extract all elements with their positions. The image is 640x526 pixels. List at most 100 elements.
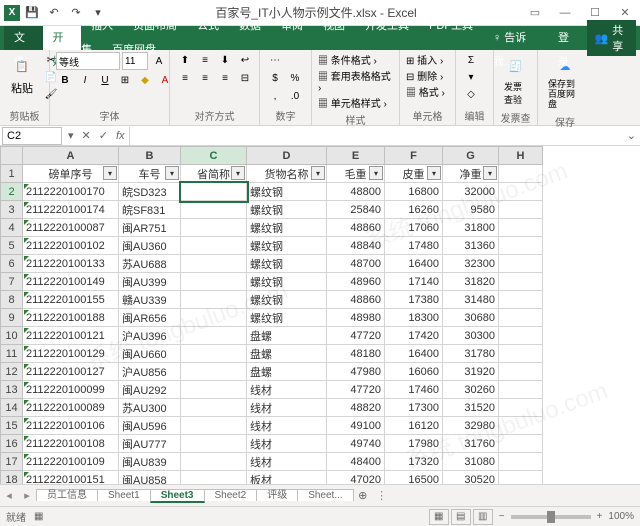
cell[interactable]: 48980 [327,309,385,327]
row-head[interactable]: 18 [1,471,23,485]
header-cell[interactable]: 毛重▾ [327,165,385,183]
zoom-percent[interactable]: 100% [608,511,634,522]
cell[interactable] [181,345,247,363]
col-head-B[interactable]: B [119,147,181,165]
cell[interactable] [499,435,543,453]
cell[interactable]: 苏AU688 [119,255,181,273]
cell[interactable] [181,309,247,327]
zoom-out-button[interactable]: − [499,511,505,522]
cell[interactable]: 闽AU360 [119,237,181,255]
row-head[interactable]: 6 [1,255,23,273]
add-sheet-button[interactable]: ⊕ [353,489,373,502]
row-head[interactable]: 16 [1,435,23,453]
cell[interactable]: 螺纹钢 [247,309,327,327]
cell[interactable]: 皖SD323 [119,183,181,201]
cell[interactable]: 16060 [385,363,443,381]
sheet-tab[interactable]: 评级 [256,489,298,501]
tab-视图[interactable]: 视图 [313,20,355,32]
cell[interactable] [499,309,543,327]
merge-icon[interactable]: ⊟ [236,70,254,86]
tab-开发工具[interactable]: 开发工具 [355,20,419,32]
grow-font-icon[interactable]: A [150,53,168,69]
cell[interactable] [499,327,543,345]
qat-save-icon[interactable]: 💾 [22,3,42,23]
cell[interactable]: 49740 [327,435,385,453]
tab-公式[interactable]: 公式 [187,20,229,32]
cell[interactable] [499,381,543,399]
tab-tell-me[interactable]: ♀ 告诉我... [483,26,548,50]
cell[interactable] [499,255,543,273]
cell[interactable]: 2112220100108 [23,435,119,453]
cell[interactable]: 31820 [443,273,499,291]
cell[interactable]: 16500 [385,471,443,485]
cell[interactable]: 48840 [327,237,385,255]
cell[interactable]: 螺纹钢 [247,273,327,291]
cell[interactable]: 48960 [327,273,385,291]
cell[interactable]: 32980 [443,417,499,435]
sheet-nav-first-icon[interactable]: ◂ [0,489,18,502]
cell[interactable] [499,417,543,435]
cell[interactable]: 2112220100121 [23,327,119,345]
cell[interactable]: 盘螺 [247,363,327,381]
row-head[interactable]: 2 [1,183,23,201]
cell[interactable]: 17060 [385,219,443,237]
cell[interactable]: 47980 [327,363,385,381]
filter-icon[interactable]: ▾ [483,166,497,180]
cell[interactable]: 螺纹钢 [247,219,327,237]
cell[interactable]: 螺纹钢 [247,183,327,201]
cell[interactable]: 2112220100188 [23,309,119,327]
save-baidu-button[interactable]: ☁ 保存到百度网盘 [544,52,586,112]
cell[interactable]: 线材 [247,453,327,471]
header-cell[interactable]: 货物名称▾ [247,165,327,183]
cell[interactable]: 2112220100089 [23,399,119,417]
cell[interactable]: 49100 [327,417,385,435]
cell[interactable]: 苏AU300 [119,399,181,417]
cell[interactable]: 线材 [247,435,327,453]
expand-formula-icon[interactable]: ⌄ [623,129,640,142]
cell[interactable]: 31520 [443,399,499,417]
italic-button[interactable]: I [76,72,94,88]
cell[interactable]: 2112220100170 [23,183,119,201]
tab-插入[interactable]: 插入 [81,20,123,32]
cell[interactable]: 9580 [443,201,499,219]
view-pagebreak-icon[interactable]: ▥ [473,509,493,525]
cell[interactable] [499,273,543,291]
cell[interactable] [181,363,247,381]
insert-cells-button[interactable]: ⊞ 插入 › [406,52,443,67]
row-head[interactable]: 5 [1,237,23,255]
sheet-tab[interactable]: Sheet2 [204,489,258,501]
align-bottom-icon[interactable]: ⬇ [216,52,234,68]
header-cell[interactable] [499,165,543,183]
autosum-icon[interactable]: Σ [462,52,480,68]
spreadsheet-grid[interactable]: 系统 tongbuluo.com 系统 tongbuluo.com 系统 ton… [0,146,640,484]
cell[interactable]: 2112220100102 [23,237,119,255]
ribbon-options-icon[interactable]: ▭ [520,0,550,26]
view-normal-icon[interactable]: ▦ [429,509,449,525]
row-head[interactable]: 15 [1,417,23,435]
cell[interactable]: 闽AR751 [119,219,181,237]
cell[interactable] [499,471,543,485]
cell[interactable]: 2112220100149 [23,273,119,291]
cell[interactable]: 线材 [247,417,327,435]
cell[interactable] [181,273,247,291]
cell[interactable]: 17300 [385,399,443,417]
header-cell[interactable]: 磅单序号▾ [23,165,119,183]
cell[interactable]: 闽AR656 [119,309,181,327]
filter-icon[interactable]: ▾ [311,166,325,180]
namebox-dropdown-icon[interactable]: ▾ [64,129,78,142]
cell[interactable] [499,237,543,255]
cell[interactable]: 板材 [247,471,327,485]
cell[interactable] [181,417,247,435]
cell[interactable]: 18300 [385,309,443,327]
cell[interactable]: 闽AU660 [119,345,181,363]
clear-icon[interactable]: ◇ [462,86,480,102]
align-left-icon[interactable]: ≡ [176,70,194,86]
cell[interactable] [499,399,543,417]
cell[interactable]: 17460 [385,381,443,399]
sheet-tab[interactable]: Sheet... [297,489,353,501]
cell[interactable]: 47720 [327,327,385,345]
delete-cells-button[interactable]: ⊟ 删除 › [406,68,443,83]
filter-icon[interactable]: ▾ [231,166,245,180]
number-format-icon[interactable]: ⋯ [266,52,284,68]
cell[interactable]: 17980 [385,435,443,453]
